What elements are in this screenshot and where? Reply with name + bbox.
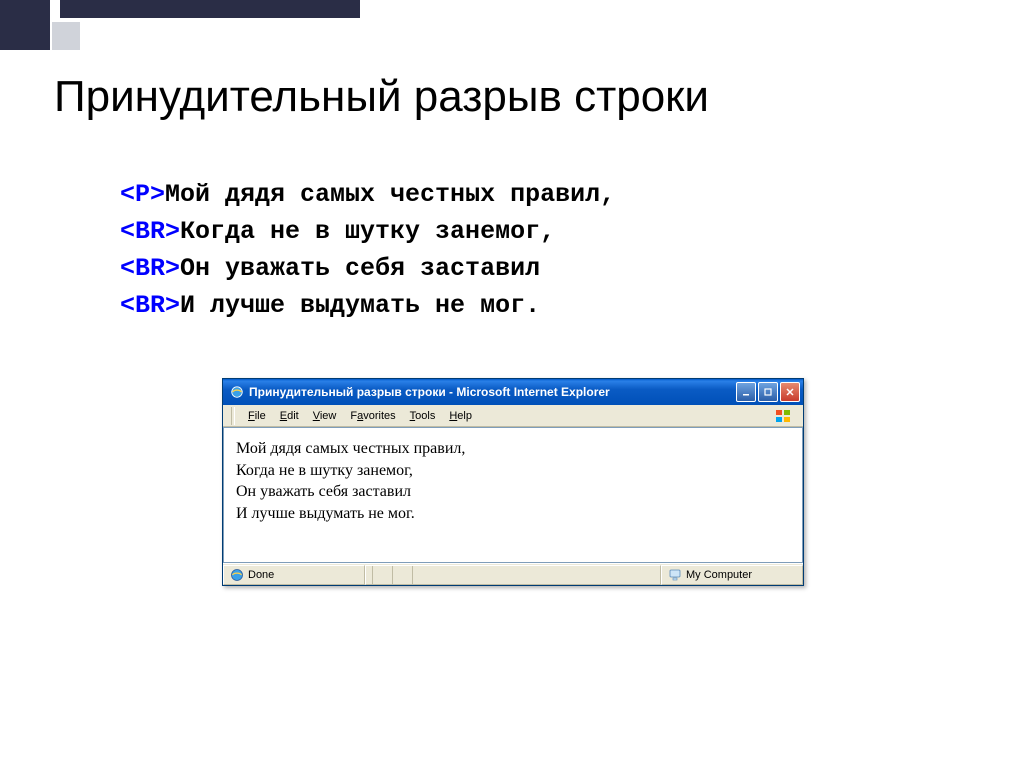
rendered-line-1: Мой дядя самых честных правил, (236, 438, 790, 460)
status-done: Done (223, 565, 365, 585)
code-line-1: <P>Мой дядя самых честных правил, (120, 176, 615, 213)
code-line-2: <BR>Когда не в шутку занемог, (120, 213, 615, 250)
status-zone-text: My Computer (686, 569, 752, 581)
menubar: File Edit View Favorites Tools Help (223, 405, 803, 427)
close-button[interactable] (780, 382, 800, 402)
windows-logo-icon (769, 407, 799, 425)
code-sample: <P>Мой дядя самых честных правил, <BR>Ко… (120, 176, 615, 324)
code-text-1: Мой дядя самых честных правил, (165, 180, 615, 209)
code-line-3: <BR>Он уважать себя заставил (120, 250, 615, 287)
br-tag: <BR> (120, 291, 180, 320)
slide-title: Принудительный разрыв строки (54, 72, 709, 122)
minimize-button[interactable] (736, 382, 756, 402)
code-line-4: <BR>И лучше выдумать не мог. (120, 287, 615, 324)
browser-content: Мой дядя самых честных правил, Когда не … (223, 427, 803, 563)
p-tag: <P> (120, 180, 165, 209)
rendered-line-2: Когда не в шутку занемог, (236, 460, 790, 482)
status-done-text: Done (248, 569, 274, 581)
status-middle (365, 565, 661, 585)
decoration-square-dark (0, 0, 50, 50)
br-tag: <BR> (120, 217, 180, 246)
br-tag: <BR> (120, 254, 180, 283)
statusbar: Done My Computer (223, 563, 803, 585)
browser-window: Принудительный разрыв строки - Microsoft… (222, 378, 804, 586)
rendered-line-3: Он уважать себя заставил (236, 481, 790, 503)
status-zone: My Computer (661, 565, 803, 585)
code-text-3: Он уважать себя заставил (180, 254, 540, 283)
menu-help[interactable]: Help (442, 408, 479, 424)
code-text-2: Когда не в шутку занемог, (180, 217, 555, 246)
titlebar[interactable]: Принудительный разрыв строки - Microsoft… (223, 379, 803, 405)
window-title: Принудительный разрыв строки - Microsoft… (249, 385, 736, 399)
window-controls (736, 382, 800, 402)
menu-favorites[interactable]: Favorites (343, 408, 402, 424)
decoration-square-light (52, 22, 80, 50)
menu-tools[interactable]: Tools (403, 408, 443, 424)
menu-file[interactable]: File (241, 408, 273, 424)
menu-edit[interactable]: Edit (273, 408, 306, 424)
rendered-line-4: И лучше выдумать не мог. (236, 503, 790, 525)
code-text-4: И лучше выдумать не мог. (180, 291, 540, 320)
menu-view[interactable]: View (306, 408, 344, 424)
ie-icon (229, 384, 245, 400)
my-computer-icon (668, 568, 682, 582)
ie-small-icon (230, 568, 244, 582)
decoration-bar (60, 0, 360, 18)
menu-grip[interactable] (231, 407, 235, 425)
maximize-button[interactable] (758, 382, 778, 402)
